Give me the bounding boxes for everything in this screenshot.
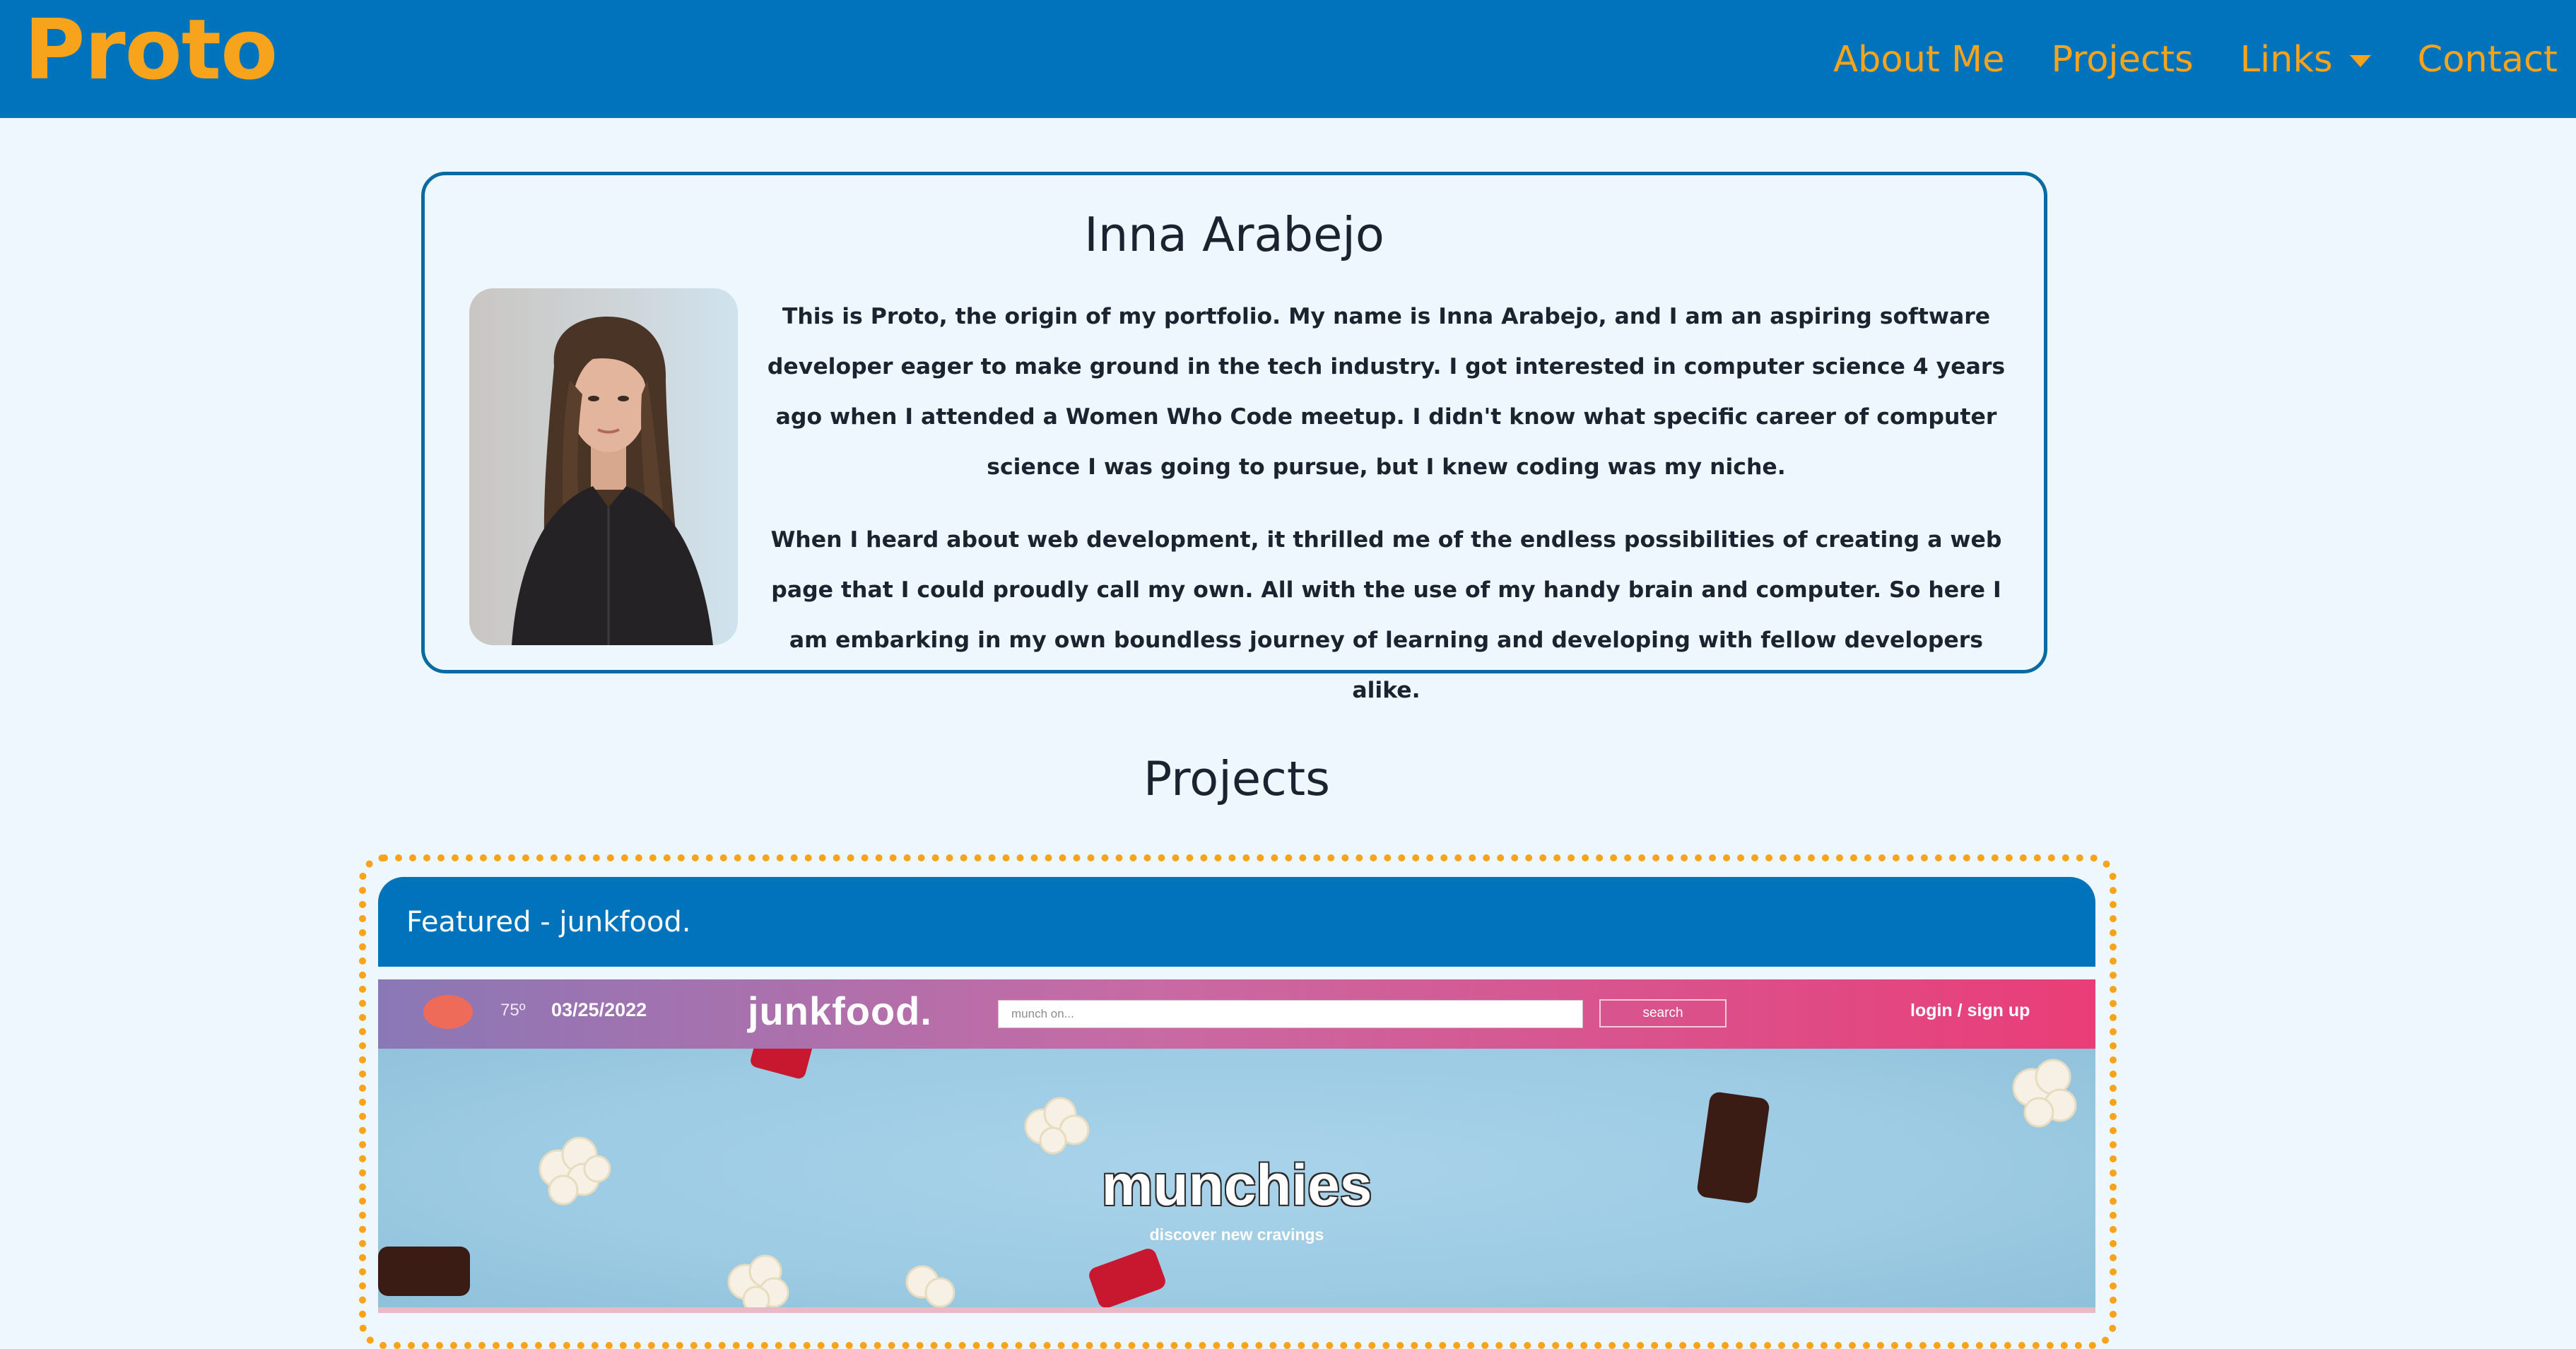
about-card: Inna Arabejo This is Proto, the origin o… [421,172,2047,703]
about-paragraph: When I heard about web development, it t… [770,527,2002,703]
nav-link-links-dropdown[interactable]: Links [2240,39,2371,81]
weather-icon [423,995,473,1029]
screenshot-search-button: search [1599,999,1727,1027]
navbar: Proto About Me Projects Links Contact [0,0,2576,118]
screenshot-search-input: munch on... [998,1000,1583,1028]
nav-links: About Me Projects Links Contact [1833,31,2558,88]
featured-project-header: Featured - junkfood. [378,877,2095,967]
profile-photo [469,288,738,645]
about-name: Inna Arabejo [1084,207,1384,262]
about-text: This is Proto, the origin of my portfoli… [757,292,2016,738]
brand-logo[interactable]: Proto [24,3,278,96]
about-paragraph: This is Proto, the origin of my portfoli… [767,304,2006,480]
screenshot-header-bar: 75º 03/25/2022 junkfood. munch on... sea… [378,979,2095,1049]
featured-project-screenshot[interactable]: 75º 03/25/2022 junkfood. munch on... sea… [378,979,2095,1313]
featured-project-title: Featured - junkfood. [406,906,691,938]
nav-link-links-label: Links [2240,38,2333,81]
nav-link-contact[interactable]: Contact [2418,39,2558,81]
screenshot-date: 03/25/2022 [551,999,647,1020]
screenshot-hero: munchies discover new cravings [378,1049,2095,1313]
screenshot-temperature: 75º [500,1001,526,1020]
caret-down-icon [2349,54,2371,67]
screenshot-login-link: login / sign up [1910,1001,2030,1020]
nav-link-projects[interactable]: Projects [2052,39,2194,81]
screenshot-hero-title: munchies [1101,1153,1372,1218]
screenshot-bottom-strip [378,1307,2095,1313]
screenshot-logo: junkfood. [748,989,932,1033]
screenshot-hero-subtitle: discover new cravings [1149,1225,1324,1244]
nav-link-about-me[interactable]: About Me [1833,39,2004,81]
projects-title: Projects [1143,751,1331,806]
